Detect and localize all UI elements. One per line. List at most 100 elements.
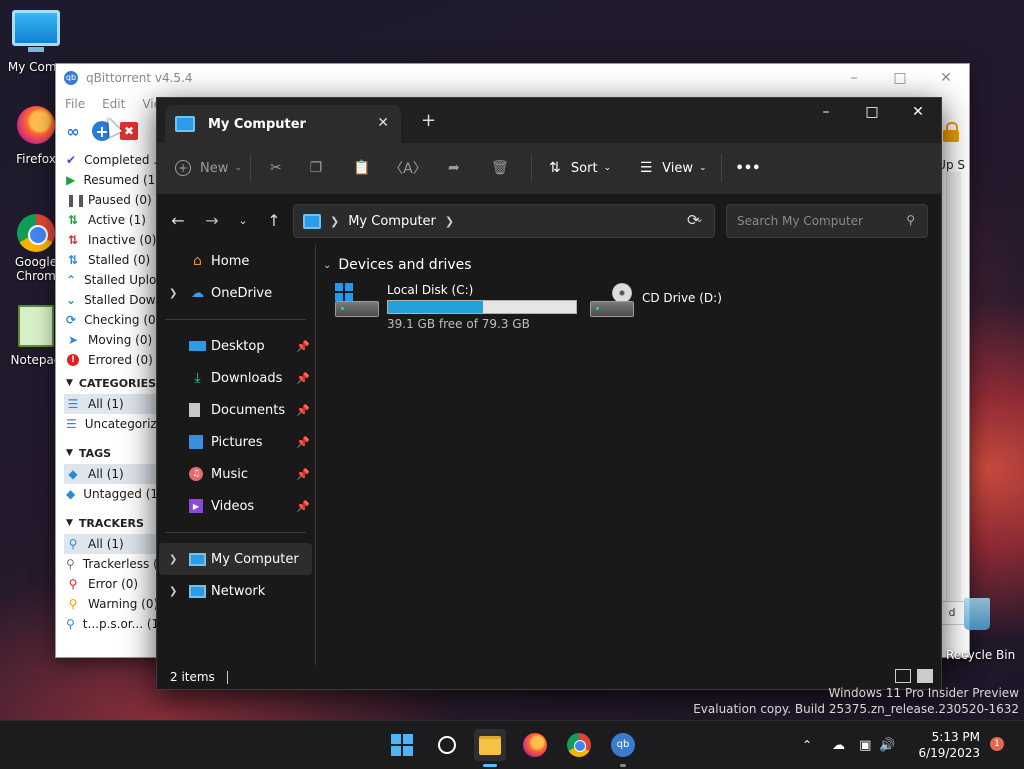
details-view-icon[interactable] xyxy=(895,669,911,683)
pin-icon[interactable]: 📌 xyxy=(296,468,310,481)
address-bar[interactable]: ❯ My Computer ❯ ⌄ xyxy=(293,204,715,238)
drive-cd-drive-d[interactable]: CD Drive (D:) xyxy=(590,283,722,317)
lock-icon[interactable] xyxy=(941,122,961,142)
tags-header[interactable]: ▼ TAGS xyxy=(64,442,160,464)
forward-arrow-icon[interactable]: → xyxy=(195,211,229,230)
firefox-icon xyxy=(523,733,547,757)
location-pin-icon: ⚲ xyxy=(66,557,75,571)
close-icon[interactable]: ✕ xyxy=(923,64,969,92)
taskbar-qbittorrent[interactable]: qb xyxy=(607,729,639,767)
file-explorer-window[interactable]: My Computer ✕ + – □ ✕ + New ⌄ ✂ ❐ 📋 〈A〉 … xyxy=(156,97,942,690)
tracker-trackerless[interactable]: ⚲Trackerless (0) xyxy=(64,554,160,574)
expand-chevron-icon[interactable]: ❯ xyxy=(169,288,177,299)
status-filter-stalled-download[interactable]: ⌄ Stalled Dow... xyxy=(64,290,160,310)
status-filter-stalled-upload[interactable]: ⌃ Stalled Uplo... xyxy=(64,270,160,290)
taskbar-chrome[interactable] xyxy=(563,729,595,761)
breadcrumb-my-computer[interactable]: My Computer xyxy=(348,214,436,229)
back-arrow-icon[interactable]: ← xyxy=(161,211,195,230)
nav-item-music[interactable]: ♫ Music 📌 xyxy=(157,458,314,490)
search-input[interactable] xyxy=(735,213,889,229)
maximize-icon[interactable]: □ xyxy=(849,98,895,128)
menu-edit[interactable]: Edit xyxy=(102,97,125,111)
tracker-host[interactable]: ⚲ t...p.s.or... (1) xyxy=(64,614,160,634)
status-filter-stalled[interactable]: ⇅ Stalled (0) xyxy=(64,250,160,270)
status-filter-resumed[interactable]: ▶ Resumed (1) xyxy=(64,170,160,190)
tag-untagged[interactable]: ◆ Untagged (1) xyxy=(64,484,160,504)
categories-header[interactable]: ▼ CATEGORIES xyxy=(64,372,160,394)
tag-all[interactable]: ◆ All (1) xyxy=(64,464,160,484)
taskbar-file-explorer[interactable] xyxy=(474,729,506,767)
minimize-icon[interactable]: – xyxy=(803,98,849,128)
status-filter-active[interactable]: ⇅ Active (1) xyxy=(64,210,160,230)
cut-button[interactable]: ✂ xyxy=(259,151,293,185)
minimize-icon[interactable]: – xyxy=(831,64,877,92)
desktop-icon-recycle-bin[interactable]: Recycle Bin xyxy=(942,598,1015,662)
expand-chevron-icon[interactable]: ❯ xyxy=(169,586,177,597)
tracker-all[interactable]: ⚲ All (1) xyxy=(64,534,160,554)
menu-file[interactable]: File xyxy=(65,97,85,111)
status-filter-paused[interactable]: ❚❚ Paused (0) xyxy=(64,190,160,210)
trackers-header[interactable]: ▼ TRACKERS xyxy=(64,512,160,534)
maximize-icon[interactable]: □ xyxy=(877,64,923,92)
tiles-view-icon[interactable] xyxy=(917,669,933,683)
new-tab-button[interactable]: + xyxy=(421,110,436,131)
delete-torrent-icon[interactable]: ✖ xyxy=(120,122,138,140)
delete-button[interactable]: 🗑 xyxy=(477,151,523,185)
drive-name: Local Disk (C:) xyxy=(387,283,474,297)
start-button[interactable] xyxy=(386,729,418,761)
close-tab-icon[interactable]: ✕ xyxy=(377,115,389,131)
volume-icon[interactable]: 🔊 xyxy=(879,738,895,753)
nav-item-network[interactable]: ❯ Network xyxy=(157,575,314,607)
share-button[interactable]: ➦ xyxy=(431,151,477,185)
category-all[interactable]: ☰ All (1) xyxy=(64,394,160,414)
tracker-error[interactable]: ⚲ Error (0) xyxy=(64,574,160,594)
pane-divider[interactable] xyxy=(315,245,316,665)
category-uncategorized[interactable]: ☰ Uncategoriz... xyxy=(64,414,160,434)
taskbar-firefox[interactable] xyxy=(519,729,551,761)
network-status-icon[interactable]: ▣ xyxy=(859,738,871,753)
nav-item-documents[interactable]: Documents 📌 xyxy=(157,394,314,426)
more-options-button[interactable]: ••• xyxy=(736,151,761,185)
copy-button[interactable]: ❐ xyxy=(293,151,339,185)
status-filter-completed[interactable]: ✔ Completed ... xyxy=(64,150,160,170)
status-filter-inactive[interactable]: ⇅ Inactive (0) xyxy=(64,230,160,250)
nav-item-downloads[interactable]: ⤓ Downloads 📌 xyxy=(157,362,314,394)
onedrive-offline-icon[interactable]: ☁ xyxy=(832,738,845,753)
recent-locations-chevron-icon[interactable]: ⌄ xyxy=(229,214,257,227)
nav-item-my-computer[interactable]: ❯ My Computer xyxy=(159,543,312,575)
pin-icon[interactable]: 📌 xyxy=(296,436,310,449)
group-header-devices[interactable]: ⌄ Devices and drives xyxy=(323,257,472,273)
pin-icon[interactable]: 📌 xyxy=(296,404,310,417)
sort-button[interactable]: ⇅ Sort ⌄ xyxy=(546,151,611,185)
pin-icon[interactable]: 📌 xyxy=(296,340,310,353)
nav-item-videos[interactable]: ▶ Videos 📌 xyxy=(157,490,314,522)
refresh-icon[interactable]: ⟳ xyxy=(687,211,700,229)
drive-local-disk-c[interactable]: Local Disk (C:) 39.1 GB free of 79.3 GB xyxy=(335,283,577,331)
show-hidden-icons-chevron-icon[interactable]: ⌃ xyxy=(802,738,812,752)
status-filter-checking[interactable]: ⟳ Checking (0) xyxy=(64,310,160,330)
nav-item-onedrive[interactable]: ❯ ☁ OneDrive xyxy=(157,277,314,309)
status-filter-moving[interactable]: ➤ Moving (0) xyxy=(64,330,160,350)
expand-chevron-icon[interactable]: ❯ xyxy=(169,554,177,565)
close-icon[interactable]: ✕ xyxy=(895,98,941,128)
tracker-warning[interactable]: ⚲ Warning (0) xyxy=(64,594,160,614)
nav-item-pictures[interactable]: Pictures 📌 xyxy=(157,426,314,458)
clock-time: 5:13 PM xyxy=(931,730,980,744)
search-taskbar-button[interactable] xyxy=(431,729,463,761)
add-link-icon[interactable]: ∞ xyxy=(62,120,84,142)
nav-item-desktop[interactable]: Desktop 📌 xyxy=(157,330,314,362)
view-button[interactable]: ☰ View ⌄ xyxy=(637,151,707,185)
up-arrow-icon[interactable]: ↑ xyxy=(257,211,291,230)
paste-button[interactable]: 📋 xyxy=(339,151,385,185)
notification-badge[interactable]: 1 xyxy=(990,737,1004,751)
pin-icon[interactable]: 📌 xyxy=(296,500,310,513)
nav-item-home[interactable]: ⌂ Home xyxy=(157,245,314,277)
new-button[interactable]: + New ⌄ xyxy=(175,151,242,185)
status-filter-errored[interactable]: ! Errored (0) xyxy=(64,350,160,370)
clock[interactable]: 5:13 PM 6/19/2023 xyxy=(918,729,980,761)
rename-button[interactable]: 〈A〉 xyxy=(385,151,431,185)
vertical-scrollbar[interactable] xyxy=(946,172,961,602)
pin-icon[interactable]: 📌 xyxy=(296,372,310,385)
tab-my-computer[interactable]: My Computer ✕ xyxy=(165,105,401,143)
search-box[interactable]: ⚲ xyxy=(726,204,928,238)
